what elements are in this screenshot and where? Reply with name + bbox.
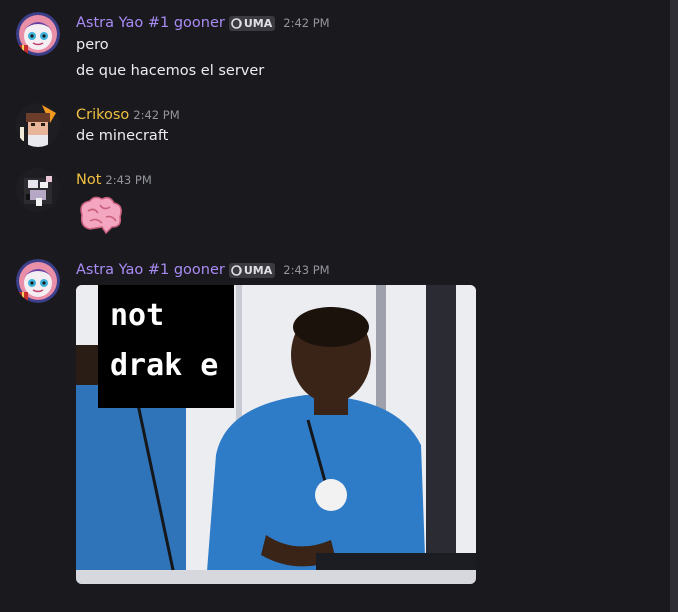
message-text: de que hacemos el server [76,63,265,79]
avatar[interactable] [16,259,60,303]
guild-tag-label: UMA [243,263,273,277]
moon-icon [231,17,242,29]
message-text: de minecraft [76,128,169,144]
chat-message-list: Astra Yao #1 gooner UMA 2:42 PM pero de … [0,0,678,612]
username[interactable]: Astra Yao #1 gooner [76,262,225,278]
guild-tag-label: UMA [243,16,273,30]
timestamp[interactable]: 2:43 PM [105,173,151,187]
guild-tag-badge[interactable]: UMA [228,15,276,31]
brain-emoji[interactable] [76,195,124,235]
caption-line: not [110,298,165,333]
timestamp[interactable]: 2:42 PM [133,108,179,122]
avatar[interactable] [16,12,60,56]
message-text: pero [76,37,109,53]
timestamp[interactable]: 2:42 PM [283,16,329,30]
gif-attachment[interactable]: not drak e [76,285,476,584]
avatar[interactable] [16,103,60,147]
gif-caption: not drak e [98,285,234,408]
moon-icon [231,264,242,276]
guild-tag-badge[interactable]: UMA [228,262,276,278]
scrollbar-track[interactable] [670,0,678,612]
username[interactable]: Crikoso [76,107,129,123]
caption-line: drak e [110,348,219,383]
username[interactable]: Astra Yao #1 gooner [76,15,225,31]
avatar[interactable] [16,168,60,212]
timestamp[interactable]: 2:43 PM [283,263,329,277]
username[interactable]: Not [76,172,101,188]
